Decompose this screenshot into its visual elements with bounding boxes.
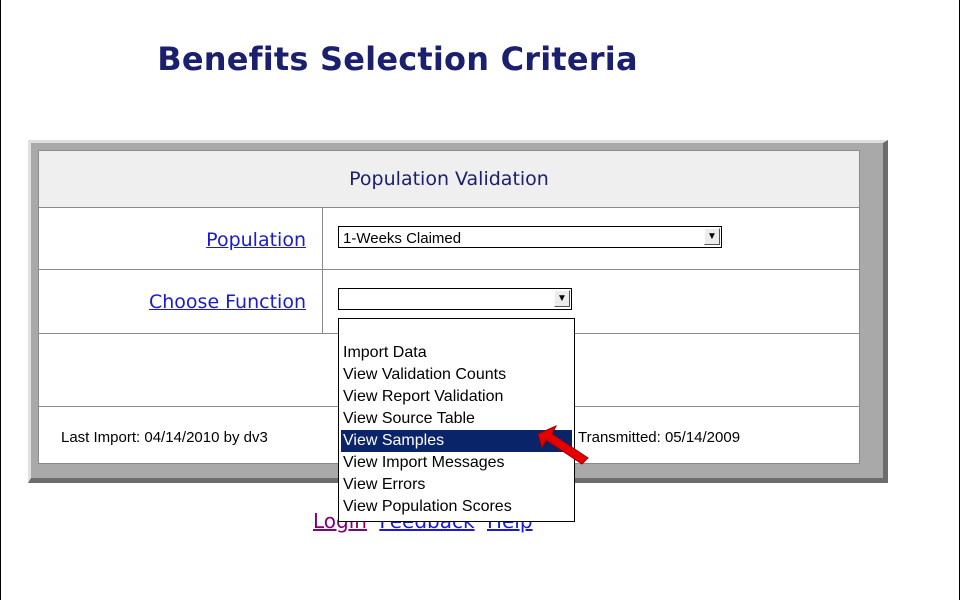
page-title: Benefits Selection Criteria [157,40,638,78]
window-right-border [959,0,960,600]
dropdown-option[interactable]: View Errors [341,474,572,496]
transmitted-text: Transmitted: 05/14/2009 [578,429,741,446]
row-divider [38,269,860,270]
dropdown-option[interactable]: Import Data [341,342,572,364]
window-left-border [0,0,1,600]
chevron-down-icon[interactable]: ▼ [554,290,570,307]
population-select[interactable]: 1-Weeks Claimed ▼ [338,226,722,248]
chevron-down-icon[interactable]: ▼ [704,228,720,245]
dropdown-option[interactable]: View Validation Counts [341,364,572,386]
function-dropdown-list[interactable]: Import Data View Validation Counts View … [338,318,575,522]
population-select-value: 1-Weeks Claimed [343,230,462,247]
column-divider [322,208,323,333]
function-select[interactable]: ▼ [338,288,572,310]
dropdown-option[interactable]: View Population Scores [341,496,572,518]
red-arrow-icon [537,424,589,465]
dropdown-option[interactable]: View Report Validation [341,386,572,408]
choose-function-link[interactable]: Choose Function [60,291,306,313]
panel-header: Population Validation [38,150,860,208]
last-import-text: Last Import: 04/14/2010 by dv3 [61,429,268,446]
population-link[interactable]: Population [100,229,306,251]
